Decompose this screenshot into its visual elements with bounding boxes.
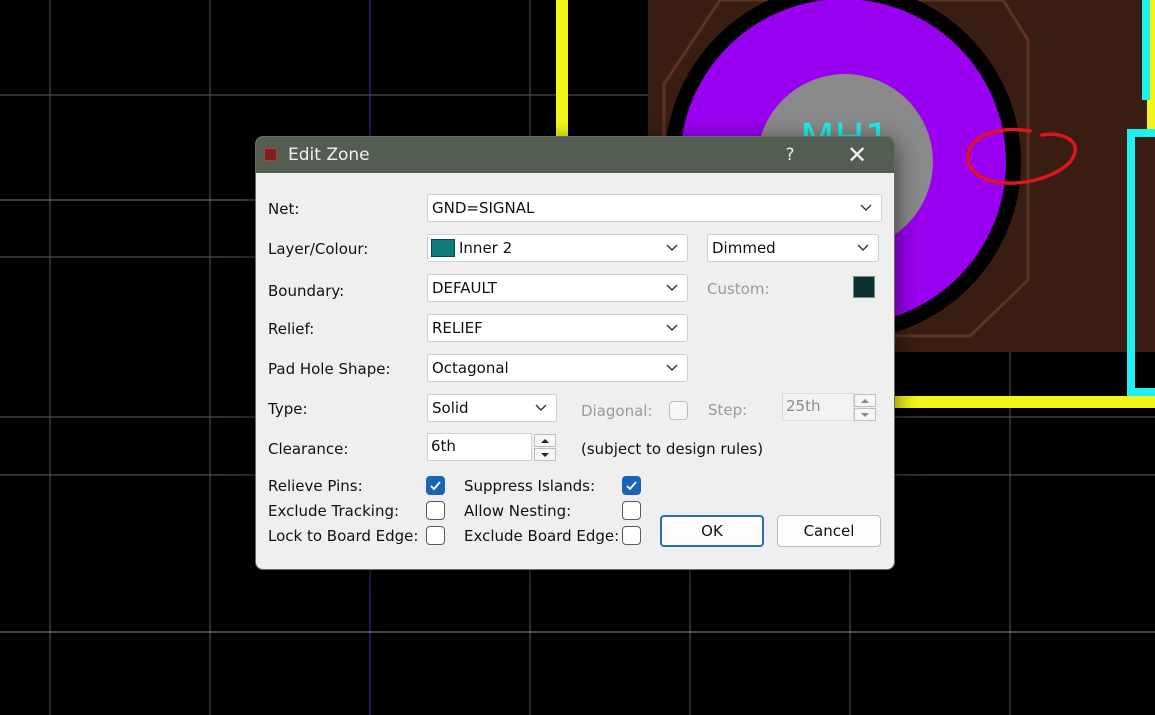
chevron-down-icon	[666, 324, 678, 331]
step-spinner[interactable]	[854, 394, 876, 422]
diagonal-label: Diagonal:	[581, 402, 653, 420]
net-label: Net:	[268, 200, 300, 218]
close-button[interactable]: ✕	[840, 141, 874, 169]
edit-zone-dialog: Edit Zone ? ✕ Net: GND=SIGNAL Layer/Colo…	[255, 136, 895, 570]
pad-hole-shape-select[interactable]: Octagonal	[427, 354, 688, 382]
layer-display-value: Dimmed	[712, 239, 776, 257]
step-label: Step:	[708, 401, 748, 419]
allow-nesting-label: Allow Nesting:	[464, 502, 572, 520]
chevron-down-icon	[666, 284, 678, 291]
zone-icon	[264, 148, 277, 161]
clearance-label: Clearance:	[268, 440, 349, 458]
pad-hole-shape-label: Pad Hole Shape:	[268, 360, 391, 378]
dialog-title: Edit Zone	[288, 145, 370, 165]
step-input[interactable]: 25th	[782, 393, 854, 421]
ok-button[interactable]: OK	[660, 515, 764, 547]
chevron-down-icon	[857, 244, 869, 251]
type-label: Type:	[268, 400, 308, 418]
layer-select[interactable]: Inner 2	[427, 234, 688, 262]
exclude-board-edge-label: Exclude Board Edge:	[464, 527, 620, 545]
custom-color-button[interactable]	[853, 276, 875, 298]
net-value: GND=SIGNAL	[432, 199, 535, 217]
checkmark-icon	[430, 481, 441, 491]
relief-value: RELIEF	[432, 319, 483, 337]
type-value: Solid	[432, 399, 469, 417]
net-select[interactable]: GND=SIGNAL	[427, 194, 882, 222]
chevron-down-icon	[535, 404, 547, 411]
step-up-button[interactable]	[854, 394, 876, 407]
boundary-value: DEFAULT	[432, 279, 497, 297]
suppress-islands-checkbox[interactable]	[622, 476, 641, 495]
step-value: 25th	[786, 397, 821, 415]
boundary-select[interactable]: DEFAULT	[427, 274, 688, 302]
boundary-label: Boundary:	[268, 282, 345, 300]
board-outline-bottom	[893, 396, 1155, 408]
chevron-down-icon	[860, 204, 872, 211]
type-select[interactable]: Solid	[427, 394, 557, 422]
relieve-pins-label: Relieve Pins:	[268, 477, 363, 495]
checkmark-icon	[626, 481, 637, 491]
arrow-down-icon	[541, 453, 549, 457]
layer-label: Layer/Colour:	[268, 240, 369, 258]
help-button[interactable]: ?	[774, 143, 806, 167]
exclude-board-edge-checkbox[interactable]	[622, 526, 641, 545]
clearance-down-button[interactable]	[534, 448, 556, 461]
chevron-down-icon	[666, 244, 678, 251]
clearance-note: (subject to design rules)	[581, 440, 764, 458]
pad-hole-shape-value: Octagonal	[432, 359, 509, 377]
title-bar[interactable]: Edit Zone ? ✕	[256, 137, 894, 173]
clearance-value: 6th	[431, 437, 456, 455]
relief-select[interactable]: RELIEF	[427, 314, 688, 342]
board-outline-left	[556, 0, 568, 136]
lock-to-board-edge-checkbox[interactable]	[426, 526, 445, 545]
arrow-up-icon	[861, 399, 869, 403]
relief-label: Relief:	[268, 320, 315, 338]
suppress-islands-label: Suppress Islands:	[464, 477, 596, 495]
diagonal-checkbox[interactable]	[669, 401, 688, 420]
exclude-tracking-checkbox[interactable]	[426, 501, 445, 520]
layer-color-swatch	[431, 239, 455, 257]
step-down-button[interactable]	[854, 408, 876, 421]
custom-label: Custom:	[707, 280, 770, 298]
clearance-up-button[interactable]	[534, 434, 556, 447]
relieve-pins-checkbox[interactable]	[426, 476, 445, 495]
layer-value: Inner 2	[459, 239, 513, 257]
clearance-spinner[interactable]	[534, 434, 556, 462]
lock-to-board-edge-label: Lock to Board Edge:	[268, 527, 419, 545]
arrow-up-icon	[541, 439, 549, 443]
exclude-tracking-label: Exclude Tracking:	[268, 502, 400, 520]
arrow-down-icon	[861, 413, 869, 417]
layer-display-select[interactable]: Dimmed	[707, 234, 879, 262]
allow-nesting-checkbox[interactable]	[622, 501, 641, 520]
cancel-button[interactable]: Cancel	[777, 515, 881, 547]
chevron-down-icon	[666, 364, 678, 371]
clearance-input[interactable]: 6th	[427, 433, 532, 461]
